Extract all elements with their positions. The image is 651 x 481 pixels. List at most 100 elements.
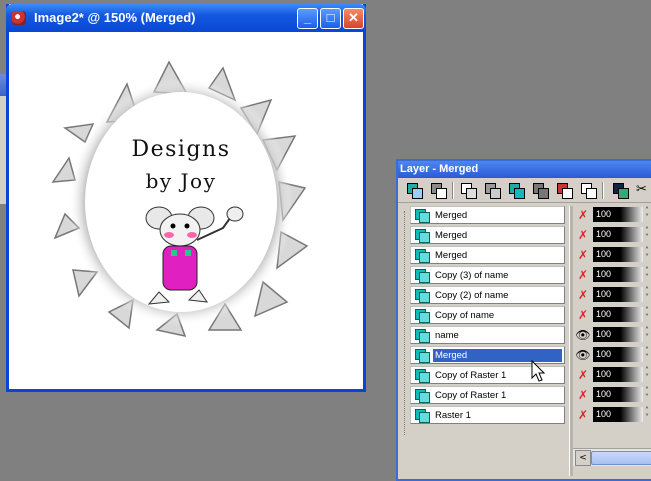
layer-toolbar: ✂ bbox=[398, 178, 651, 203]
opacity-slider[interactable]: 100 bbox=[593, 287, 643, 302]
layer-row[interactable]: name bbox=[410, 326, 565, 344]
merge-layers-icon[interactable] bbox=[508, 182, 525, 199]
visibility-off-icon[interactable]: ✗ bbox=[574, 367, 592, 383]
opacity-spinner[interactable]: ˄ ˅ bbox=[645, 367, 651, 382]
opacity-spinner[interactable]: ˄ ˅ bbox=[645, 307, 651, 322]
opacity-slider[interactable]: 100 bbox=[593, 247, 643, 262]
layer-row[interactable]: Copy of name bbox=[410, 306, 565, 324]
layer-row[interactable]: Merged bbox=[410, 226, 565, 244]
opacity-slider[interactable]: 100 bbox=[593, 307, 643, 322]
mouse-pointer-icon bbox=[531, 360, 546, 382]
opacity-slider[interactable]: 100 bbox=[593, 407, 643, 422]
visibility-on-eye-icon[interactable]: 👁 bbox=[574, 327, 592, 343]
new-group-icon[interactable] bbox=[484, 182, 501, 199]
raster-layer-icon bbox=[415, 209, 430, 223]
raster-layer-icon bbox=[415, 349, 430, 363]
opacity-spinner[interactable]: ˄ ˅ bbox=[645, 227, 651, 242]
app-icon[interactable] bbox=[12, 11, 26, 25]
layer-props-row: ✗ 100 ˄ ˅ bbox=[573, 306, 651, 324]
visibility-off-icon[interactable]: ✗ bbox=[574, 287, 592, 303]
layer-props-row: ✗ 100 ˄ ˅ bbox=[573, 246, 651, 264]
layer-props-row: ✗ 100 ˄ ˅ bbox=[573, 406, 651, 424]
layer-name: Merged bbox=[435, 250, 468, 261]
toolbar-separator bbox=[452, 182, 454, 199]
layer-props-row: ✗ 100 ˄ ˅ bbox=[573, 366, 651, 384]
layer-row[interactable]: Copy (2) of name bbox=[410, 286, 565, 304]
rename-layer-icon[interactable] bbox=[580, 182, 597, 199]
opacity-spinner[interactable]: ˄ ˅ bbox=[645, 247, 651, 262]
opacity-slider[interactable]: 100 bbox=[593, 367, 643, 382]
new-raster-layer-icon[interactable] bbox=[406, 182, 423, 199]
opacity-slider[interactable]: 100 bbox=[593, 327, 643, 342]
delete-layer-icon[interactable] bbox=[556, 182, 573, 199]
scroll-left-arrow-icon[interactable]: < bbox=[575, 450, 591, 466]
opacity-slider[interactable]: 100 bbox=[593, 347, 643, 362]
layer-props-row: ✗ 100 ˄ ˅ bbox=[573, 206, 651, 224]
duplicate-layer-icon[interactable] bbox=[430, 182, 447, 199]
layer-name: Merged bbox=[435, 210, 468, 221]
opacity-spinner[interactable]: ˄ ˅ bbox=[645, 327, 651, 342]
visibility-off-icon[interactable]: ✗ bbox=[574, 307, 592, 323]
raster-layer-icon bbox=[415, 329, 430, 343]
layer-name: Raster 1 bbox=[435, 410, 471, 421]
layer-props-row: ✗ 100 ˄ ˅ bbox=[573, 286, 651, 304]
layer-props-row: 👁 100 ˄ ˅ bbox=[573, 346, 651, 364]
opacity-slider[interactable]: 100 bbox=[593, 207, 643, 222]
opacity-slider[interactable]: 100 bbox=[593, 387, 643, 402]
opacity-spinner[interactable]: ˄ ˅ bbox=[645, 387, 651, 402]
raster-layer-icon bbox=[415, 269, 430, 283]
artwork-title-line2: by Joy bbox=[146, 169, 217, 193]
close-button[interactable]: ✕ bbox=[343, 8, 364, 29]
layer-name: Copy (3) of name bbox=[435, 270, 509, 281]
merge-down-icon[interactable] bbox=[532, 182, 549, 199]
image-window[interactable]: Image2* @ 150% (Merged) _ □ ✕ Designs by… bbox=[6, 4, 366, 392]
opacity-slider[interactable]: 100 bbox=[593, 227, 643, 242]
opacity-slider[interactable]: 100 bbox=[593, 267, 643, 282]
layer-row[interactable]: Merged bbox=[410, 246, 565, 264]
opacity-spinner[interactable]: ˄ ˅ bbox=[645, 407, 651, 422]
torn-paper-artwork: Designs by Joy bbox=[51, 60, 309, 338]
opacity-spinner[interactable]: ˄ ˅ bbox=[645, 267, 651, 282]
maximize-button[interactable]: □ bbox=[320, 8, 341, 29]
layer-properties-column: ✗ 100 ˄ ˅ ✗ 100 ˄ ˅ ✗ 100 ˄ ˅ ✗ 100 ˄ ˅ ✗ 100 ˄ ˅ ✗ 100 ˄… bbox=[573, 206, 651, 468]
opacity-spinner[interactable]: ˄ ˅ bbox=[645, 207, 651, 222]
layer-name: Copy of Raster 1 bbox=[435, 390, 507, 401]
scrollbar-thumb[interactable] bbox=[591, 451, 651, 465]
layer-name: Merged bbox=[435, 230, 468, 241]
layer-list: Merged Merged Merged Copy (3) of name Co… bbox=[410, 206, 566, 468]
opacity-spinner[interactable]: ˄ ˅ bbox=[645, 347, 651, 362]
layer-name: Copy (2) of name bbox=[435, 290, 509, 301]
visibility-off-icon[interactable]: ✗ bbox=[574, 267, 592, 283]
minimize-button[interactable]: _ bbox=[297, 8, 318, 29]
image-window-title: Image2* @ 150% (Merged) bbox=[34, 10, 196, 25]
layer-palette[interactable]: Layer - Merged ✂ Merged Merged Merged Co… bbox=[396, 159, 651, 481]
layer-row[interactable]: Copy (3) of name bbox=[410, 266, 565, 284]
raster-layer-icon bbox=[415, 309, 430, 323]
layer-row[interactable]: Raster 1 bbox=[410, 406, 565, 424]
visibility-off-icon[interactable]: ✗ bbox=[574, 407, 592, 423]
raster-layer-icon bbox=[415, 369, 430, 383]
layer-properties-icon[interactable] bbox=[612, 182, 629, 199]
opacity-spinner[interactable]: ˄ ˅ bbox=[645, 287, 651, 302]
layer-row[interactable]: Merged bbox=[410, 206, 565, 224]
layer-palette-titlebar[interactable]: Layer - Merged bbox=[398, 161, 651, 178]
new-vector-layer-icon[interactable] bbox=[460, 182, 477, 199]
image-canvas[interactable]: Designs by Joy bbox=[9, 32, 363, 389]
visibility-off-icon[interactable]: ✗ bbox=[574, 387, 592, 403]
raster-layer-icon bbox=[415, 229, 430, 243]
visibility-off-icon[interactable]: ✗ bbox=[574, 247, 592, 263]
raster-layer-icon bbox=[415, 249, 430, 263]
layer-props-row: ✗ 100 ˄ ˅ bbox=[573, 386, 651, 404]
layer-row[interactable]: Copy of Raster 1 bbox=[410, 386, 565, 404]
visibility-on-eye-icon[interactable]: 👁 bbox=[574, 347, 592, 363]
visibility-off-icon[interactable]: ✗ bbox=[574, 207, 592, 223]
layer-name: name bbox=[435, 330, 459, 341]
cut-icon[interactable]: ✂ bbox=[636, 182, 651, 198]
layer-tree-line bbox=[404, 211, 406, 435]
image-window-titlebar[interactable]: Image2* @ 150% (Merged) _ □ ✕ bbox=[6, 4, 366, 32]
raster-layer-icon bbox=[415, 409, 430, 423]
visibility-off-icon[interactable]: ✗ bbox=[574, 227, 592, 243]
raster-layer-icon bbox=[415, 389, 430, 403]
horizontal-scrollbar[interactable]: < bbox=[573, 448, 651, 466]
layer-props-row: 👁 100 ˄ ˅ bbox=[573, 326, 651, 344]
